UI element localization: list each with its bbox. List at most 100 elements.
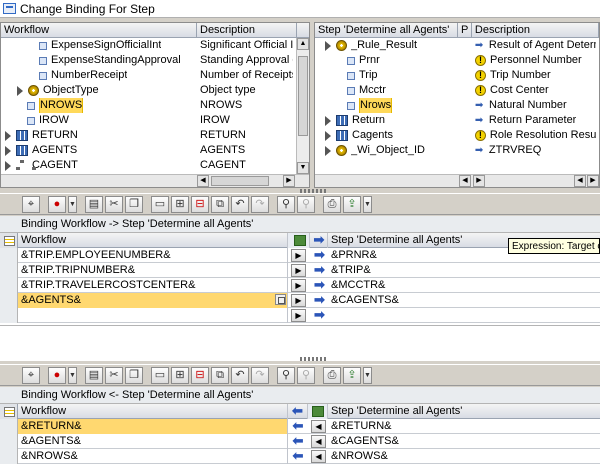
step-expression-cell[interactable]: &CAGENTS& — [328, 293, 600, 308]
assign-left-button[interactable]: ◀ — [311, 450, 326, 463]
print-icon[interactable]: ⎙ — [323, 195, 341, 213]
step-tree-row[interactable]: Trip! Trip Number — [315, 68, 599, 83]
row-selector[interactable] — [0, 308, 18, 323]
dropdown-icon[interactable]: ▼ — [363, 195, 372, 213]
row-selector[interactable] — [0, 278, 18, 293]
dropdown-icon[interactable]: ▼ — [68, 195, 77, 213]
expand-icon[interactable] — [5, 130, 11, 141]
col-header-workflow[interactable]: Workflow — [18, 404, 288, 419]
row-selector[interactable] — [0, 434, 18, 449]
paste-icon[interactable]: ▤ — [85, 195, 103, 213]
delete-row-icon[interactable]: ⊟ — [191, 195, 209, 213]
insert-icon[interactable]: ● — [48, 366, 66, 384]
workflow-expression-cell[interactable]: &TRIP.TRAVELERCOSTCENTER& — [18, 278, 288, 293]
duplicate-icon[interactable]: ⧉ — [211, 366, 229, 384]
col-header-workflow[interactable]: Workflow — [18, 233, 288, 248]
step-expression-cell[interactable] — [328, 308, 600, 323]
workflow-tree-row[interactable]: RETURN RETURN — [1, 128, 309, 143]
step-expression-cell[interactable]: &MCCTR& — [328, 278, 600, 293]
workflow-tree-vscrollbar[interactable]: ▲ ▼ — [296, 38, 309, 174]
step-expression-cell[interactable]: &NROWS& — [328, 449, 600, 464]
workflow-expression-cell[interactable]: &RETURN& — [18, 419, 288, 434]
insert-row-icon[interactable]: ⊞ — [171, 366, 189, 384]
workflow-tree-row[interactable]: IROW IROW — [1, 113, 309, 128]
new-row-icon[interactable]: ▭ — [151, 366, 169, 384]
step-tree-row[interactable]: Return ➡ Return Parameter — [315, 113, 599, 128]
col-header-workflow[interactable]: Workflow — [1, 23, 197, 37]
table-row[interactable]: &AGENTS& ▶ ➡ &CAGENTS& — [0, 293, 600, 308]
table-row[interactable]: &AGENTS& ⬅ ◀ &CAGENTS& — [0, 434, 600, 449]
scroll-thumb[interactable] — [298, 56, 308, 136]
assign-right-button[interactable]: ▶ — [291, 309, 306, 322]
step-tree-row[interactable]: Prnr! Personnel Number — [315, 53, 599, 68]
step-tree-row[interactable]: _Rule_Result ➡ Result of Agent Determinati… — [315, 38, 599, 53]
redo-icon[interactable]: ↷ — [251, 195, 269, 213]
details-icon[interactable]: ⌖ — [22, 366, 40, 384]
tree-node[interactable]: Trip — [315, 68, 458, 83]
tree-node[interactable]: RETURN — [1, 128, 197, 143]
workflow-expression-cell[interactable]: &TRIP.TRIPNUMBER& — [18, 263, 288, 278]
paste-icon[interactable]: ▤ — [85, 366, 103, 384]
workflow-tree-row[interactable]: CAGENT CAGENT — [1, 158, 309, 173]
expand-icon[interactable] — [325, 115, 331, 126]
row-selector[interactable] — [0, 419, 18, 434]
tree-node[interactable]: Nrows — [315, 98, 458, 113]
workflow-tree-row[interactable]: NumberReceipt Number of Receipts — [1, 68, 309, 83]
workflow-tree-row[interactable]: ObjectType Object type — [1, 83, 309, 98]
row-selector[interactable] — [0, 248, 18, 263]
scroll-left-icon[interactable]: ◀ — [574, 175, 586, 187]
tree-node[interactable]: ObjectType — [1, 83, 197, 98]
find-icon[interactable]: ⚲ — [277, 366, 295, 384]
tree-node[interactable]: NROWS — [1, 98, 197, 113]
workflow-tree[interactable]: Workflow Description ExpenseSignOfficial… — [0, 22, 310, 188]
step-tree[interactable]: Step 'Determine all Agents' P Descriptio… — [314, 22, 600, 188]
workflow-expression-cell[interactable]: &NROWS& — [18, 449, 288, 464]
scroll-left-icon[interactable]: ◀ — [197, 175, 209, 187]
col-header-description[interactable]: Description — [197, 23, 297, 37]
tree-node[interactable]: Cagents — [315, 128, 458, 143]
col-header-step[interactable]: Step 'Determine all Agents' — [315, 23, 458, 37]
row-selector[interactable] — [0, 449, 18, 464]
tree-node[interactable]: IROW — [1, 113, 197, 128]
splitter-handle[interactable] — [300, 357, 326, 361]
find-next-icon[interactable]: ⚲ — [297, 366, 315, 384]
workflow-expression-cell[interactable]: &AGENTS& — [18, 434, 288, 449]
cut-icon[interactable]: ✂ — [105, 366, 123, 384]
tree-node[interactable]: AGENTS — [1, 143, 197, 158]
expand-icon[interactable] — [17, 85, 23, 96]
insert-row-icon[interactable]: ⊞ — [171, 195, 189, 213]
scroll-right-icon[interactable]: ▶ — [473, 175, 485, 187]
step-expression-cell[interactable]: &RETURN& — [328, 419, 600, 434]
tree-node[interactable]: CAGENT — [1, 158, 197, 173]
row-selector[interactable] — [0, 263, 18, 278]
scroll-right-icon[interactable]: ▶ — [283, 175, 295, 187]
workflow-expression-cell[interactable] — [18, 308, 288, 323]
insert-icon[interactable]: ● — [48, 195, 66, 213]
workflow-tree-row[interactable]: AGENTS AGENTS — [1, 143, 309, 158]
duplicate-icon[interactable]: ⧉ — [211, 195, 229, 213]
delete-row-icon[interactable]: ⊟ — [191, 366, 209, 384]
table-row[interactable]: &TRIP.TRIPNUMBER& ▶ ➡ &TRIP& — [0, 263, 600, 278]
undo-icon[interactable]: ↶ — [231, 195, 249, 213]
table-row[interactable]: &RETURN& ⬅ ◀ &RETURN& — [0, 419, 600, 434]
step-tree-hscrollbar[interactable]: ◀ ▶ ◀ ▶ — [315, 174, 599, 187]
select-all-icon[interactable] — [0, 233, 18, 248]
step-tree-row[interactable]: Cagents! Role Resolution Result — [315, 128, 599, 143]
scroll-down-icon[interactable]: ▼ — [297, 162, 309, 174]
dropdown-icon[interactable]: ▼ — [363, 366, 372, 384]
tree-node[interactable]: Prnr — [315, 53, 458, 68]
tree-node[interactable]: NumberReceipt — [1, 68, 197, 83]
print-icon[interactable]: ⎙ — [323, 366, 341, 384]
assign-left-button[interactable]: ◀ — [311, 435, 326, 448]
copy-icon[interactable]: ❐ — [125, 366, 143, 384]
step-tree-row[interactable]: Nrows ➡ Natural Number — [315, 98, 599, 113]
tree-node[interactable]: Mcctr — [315, 83, 458, 98]
scroll-right-icon[interactable]: ▶ — [587, 175, 599, 187]
tree-node[interactable]: Return — [315, 113, 458, 128]
details-icon[interactable]: ⌖ — [22, 195, 40, 213]
copy-icon[interactable]: ❐ — [125, 195, 143, 213]
expand-icon[interactable] — [325, 130, 331, 141]
assign-right-button[interactable]: ▶ — [291, 294, 306, 307]
col-header-step[interactable]: Step 'Determine all Agents' — [328, 404, 600, 419]
assign-right-button[interactable]: ▶ — [291, 249, 306, 262]
